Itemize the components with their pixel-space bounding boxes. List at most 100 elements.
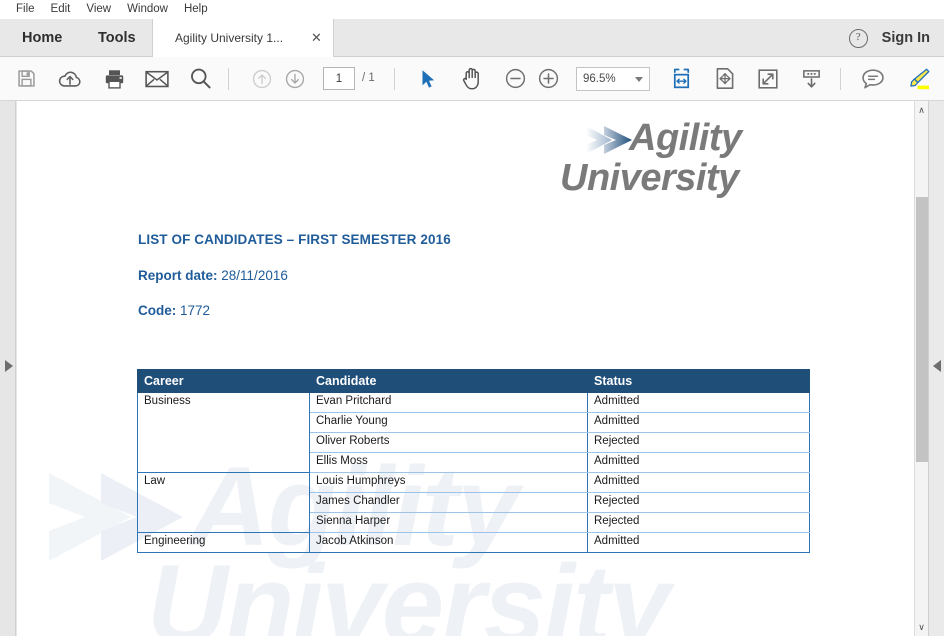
cell-status: Rejected <box>587 492 810 513</box>
menu-item-window[interactable]: Window <box>119 0 176 19</box>
cell-status: Rejected <box>587 512 810 533</box>
zoom-level-value: 96.5% <box>583 73 616 85</box>
zoom-level-dropdown[interactable]: 96.5% <box>576 67 650 91</box>
cell-candidate: Louis Humphreys <box>309 472 588 493</box>
arrow-up-circle-icon <box>252 69 272 88</box>
cell-candidate: Jacob Atkinson <box>309 532 588 553</box>
select-tool-button[interactable] <box>414 57 442 100</box>
scroll-up-button[interactable]: ∧ <box>915 103 928 117</box>
upload-cloud-button[interactable] <box>54 57 86 100</box>
table-row: Business Evan Pritchard Admitted <box>137 392 810 473</box>
cell-status: Admitted <box>587 392 810 413</box>
left-panel-toggle[interactable] <box>0 101 16 636</box>
cell-candidate: Oliver Roberts <box>309 432 588 453</box>
code-value: 1772 <box>180 303 211 318</box>
pdf-page: Agility University Agility University LI… <box>17 101 914 636</box>
menu-item-help[interactable]: Help <box>176 0 216 19</box>
cell-career: Business <box>137 392 310 473</box>
menu-item-view[interactable]: View <box>78 0 119 19</box>
report-date-value: 28/11/2016 <box>221 268 288 283</box>
cursor-arrow-icon <box>422 69 434 88</box>
page-move-icon <box>716 68 734 89</box>
save-floppy-icon <box>17 70 35 87</box>
toolbar-separator-1 <box>228 68 229 90</box>
pdf-reader-window: File Edit View Window Help Home Tools Ag… <box>0 0 944 636</box>
pan-page-button[interactable] <box>710 57 740 100</box>
tab-document[interactable]: Agility University 1... ✕ <box>152 19 334 57</box>
toolbar-separator-2 <box>394 68 395 90</box>
email-button[interactable] <box>141 57 173 100</box>
speech-bubble-icon <box>862 68 884 89</box>
tab-home[interactable]: Home <box>8 19 76 57</box>
page-title: LIST OF CANDIDATES – FIRST SEMESTER 2016 <box>138 232 451 247</box>
tab-document-label: Agility University 1... <box>175 31 284 45</box>
cell-candidate: Evan Pritchard <box>309 392 588 413</box>
cell-candidate: Sienna Harper <box>309 512 588 533</box>
menu-item-file[interactable]: File <box>8 0 43 19</box>
full-screen-button[interactable] <box>753 57 783 100</box>
report-date-line: Report date: 28/11/2016 <box>138 268 288 283</box>
next-page-button[interactable] <box>281 57 309 100</box>
minus-circle-icon <box>505 68 525 89</box>
cell-career: Engineering <box>137 532 310 553</box>
table-body: Business Evan Pritchard Admitted Charlie Yo… <box>137 392 810 553</box>
code-label: Code: <box>138 303 177 318</box>
fit-width-button[interactable] <box>666 57 696 100</box>
print-button[interactable] <box>98 57 130 100</box>
toolbar: / 1 96.5 <box>0 57 944 101</box>
tab-strip: Home Tools Agility University 1... ✕ ? S… <box>0 19 944 57</box>
zoom-in-button[interactable] <box>534 57 562 100</box>
scroll-down-arrow[interactable]: ∨ <box>915 620 928 634</box>
cell-status: Admitted <box>587 452 810 473</box>
cell-status: Admitted <box>587 412 810 433</box>
scrollbar-thumb[interactable] <box>916 197 928 462</box>
magnifier-icon <box>190 68 211 89</box>
zoom-out-button[interactable] <box>501 57 529 100</box>
help-icon[interactable]: ? <box>848 28 868 48</box>
toolbar-separator-3 <box>840 68 841 90</box>
menu-item-edit[interactable]: Edit <box>43 0 79 19</box>
cell-career: Law <box>137 472 310 533</box>
triangle-right-icon[interactable] <box>5 360 13 372</box>
plus-circle-icon <box>538 68 558 89</box>
menu-bar: File Edit View Window Help <box>0 0 944 19</box>
cloud-upload-icon <box>58 71 81 87</box>
hand-tool-button[interactable] <box>457 57 487 100</box>
search-button[interactable] <box>184 57 216 100</box>
save-button[interactable] <box>10 57 42 100</box>
hand-icon <box>462 67 479 90</box>
logo-line-1: Agility <box>629 117 742 159</box>
expand-arrows-icon <box>758 68 778 89</box>
arrow-down-circle-icon <box>285 69 305 88</box>
page-number-input[interactable] <box>323 67 355 90</box>
agility-university-logo: Agility University <box>560 113 852 213</box>
highlight-button[interactable] <box>903 57 933 100</box>
watermark-line-2: University <box>147 542 671 636</box>
column-header-candidate: Candidate <box>309 369 588 393</box>
table-row: Engineering Jacob Atkinson Admitted <box>137 532 810 553</box>
right-panel-toggle[interactable] <box>928 101 944 636</box>
report-date-label: Report date: <box>138 268 218 283</box>
triangle-left-icon[interactable] <box>933 360 941 372</box>
document-area: Agility University Agility University LI… <box>0 101 944 636</box>
highlighter-pen-icon <box>909 68 929 89</box>
scroll-down-button[interactable] <box>796 57 826 100</box>
tab-tools[interactable]: Tools <box>84 19 150 57</box>
table-header-row: Career Candidate Status <box>137 369 810 393</box>
cell-candidate: James Chandler <box>309 492 588 513</box>
previous-page-button[interactable] <box>248 57 276 100</box>
sign-in-button[interactable]: Sign In <box>882 30 930 46</box>
candidates-table: Career Candidate Status Business Evan Pri… <box>137 369 810 553</box>
cell-status: Rejected <box>587 432 810 453</box>
column-header-status: Status <box>587 369 810 393</box>
column-header-career: Career <box>137 369 310 393</box>
cell-status: Admitted <box>587 532 810 553</box>
table-row: Law Louis Humphreys Admitted <box>137 472 810 533</box>
logo-line-2: University <box>560 157 739 199</box>
comment-button[interactable] <box>858 57 888 100</box>
envelope-icon <box>145 70 169 87</box>
vertical-scrollbar[interactable]: ∧ ∨ <box>914 101 928 636</box>
chevron-down-icon <box>635 76 643 82</box>
cell-status: Admitted <box>587 472 810 493</box>
close-icon[interactable]: ✕ <box>310 31 323 44</box>
